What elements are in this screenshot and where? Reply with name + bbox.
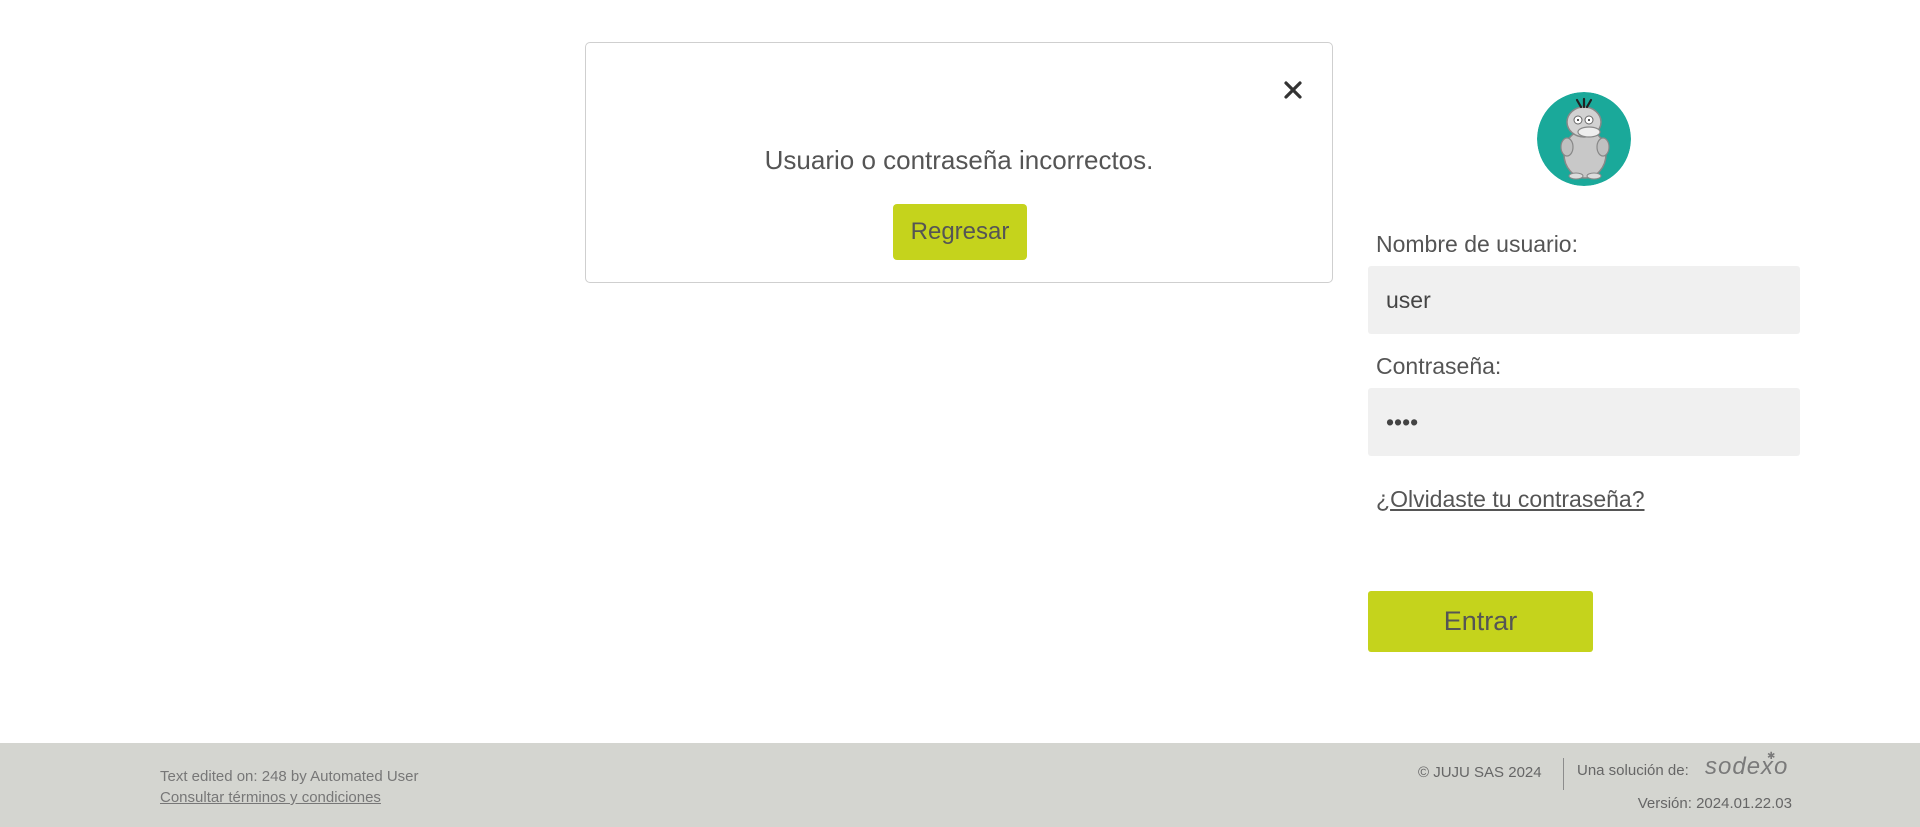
version-text: Versión: 2024.01.22.03 <box>1637 795 1792 812</box>
edited-text: Text edited on: 248 by Automated User <box>160 768 419 785</box>
error-modal: Usuario o contraseña incorrectos. Regres… <box>585 42 1333 283</box>
login-button[interactable]: Entrar <box>1368 591 1593 652</box>
forgot-password-link[interactable]: Olvidaste tu contraseña? <box>1390 486 1644 512</box>
back-button[interactable]: Regresar <box>893 204 1027 260</box>
password-input[interactable]: •••• <box>1368 388 1800 456</box>
username-label: Nombre de usuario: <box>1376 231 1578 257</box>
psyduck-avatar <box>1537 92 1631 186</box>
sodexo-logo: sodexo ✱ <box>1705 751 1789 780</box>
error-message: Usuario o contraseña incorrectos. <box>764 145 1154 175</box>
solution-label: Una solución de: <box>1577 762 1689 779</box>
terms-link[interactable]: Consultar términos y condiciones <box>160 789 381 806</box>
footer-divider <box>1563 758 1564 790</box>
forgot-prefix: ¿ <box>1376 486 1391 512</box>
footer-left: Text edited on: 248 by Automated User Co… <box>160 766 419 808</box>
copyright: © JUJU SAS 2024 <box>1418 764 1542 781</box>
login-page: Usuario o contraseña incorrectos. Regres… <box>0 0 1920 827</box>
close-icon[interactable] <box>1280 77 1306 103</box>
username-input[interactable]: user <box>1368 266 1800 334</box>
footer: Text edited on: 248 by Automated User Co… <box>0 743 1920 827</box>
password-label: Contraseña: <box>1376 353 1502 379</box>
forgot-password: ¿Olvidaste tu contraseña? <box>1376 486 1645 513</box>
